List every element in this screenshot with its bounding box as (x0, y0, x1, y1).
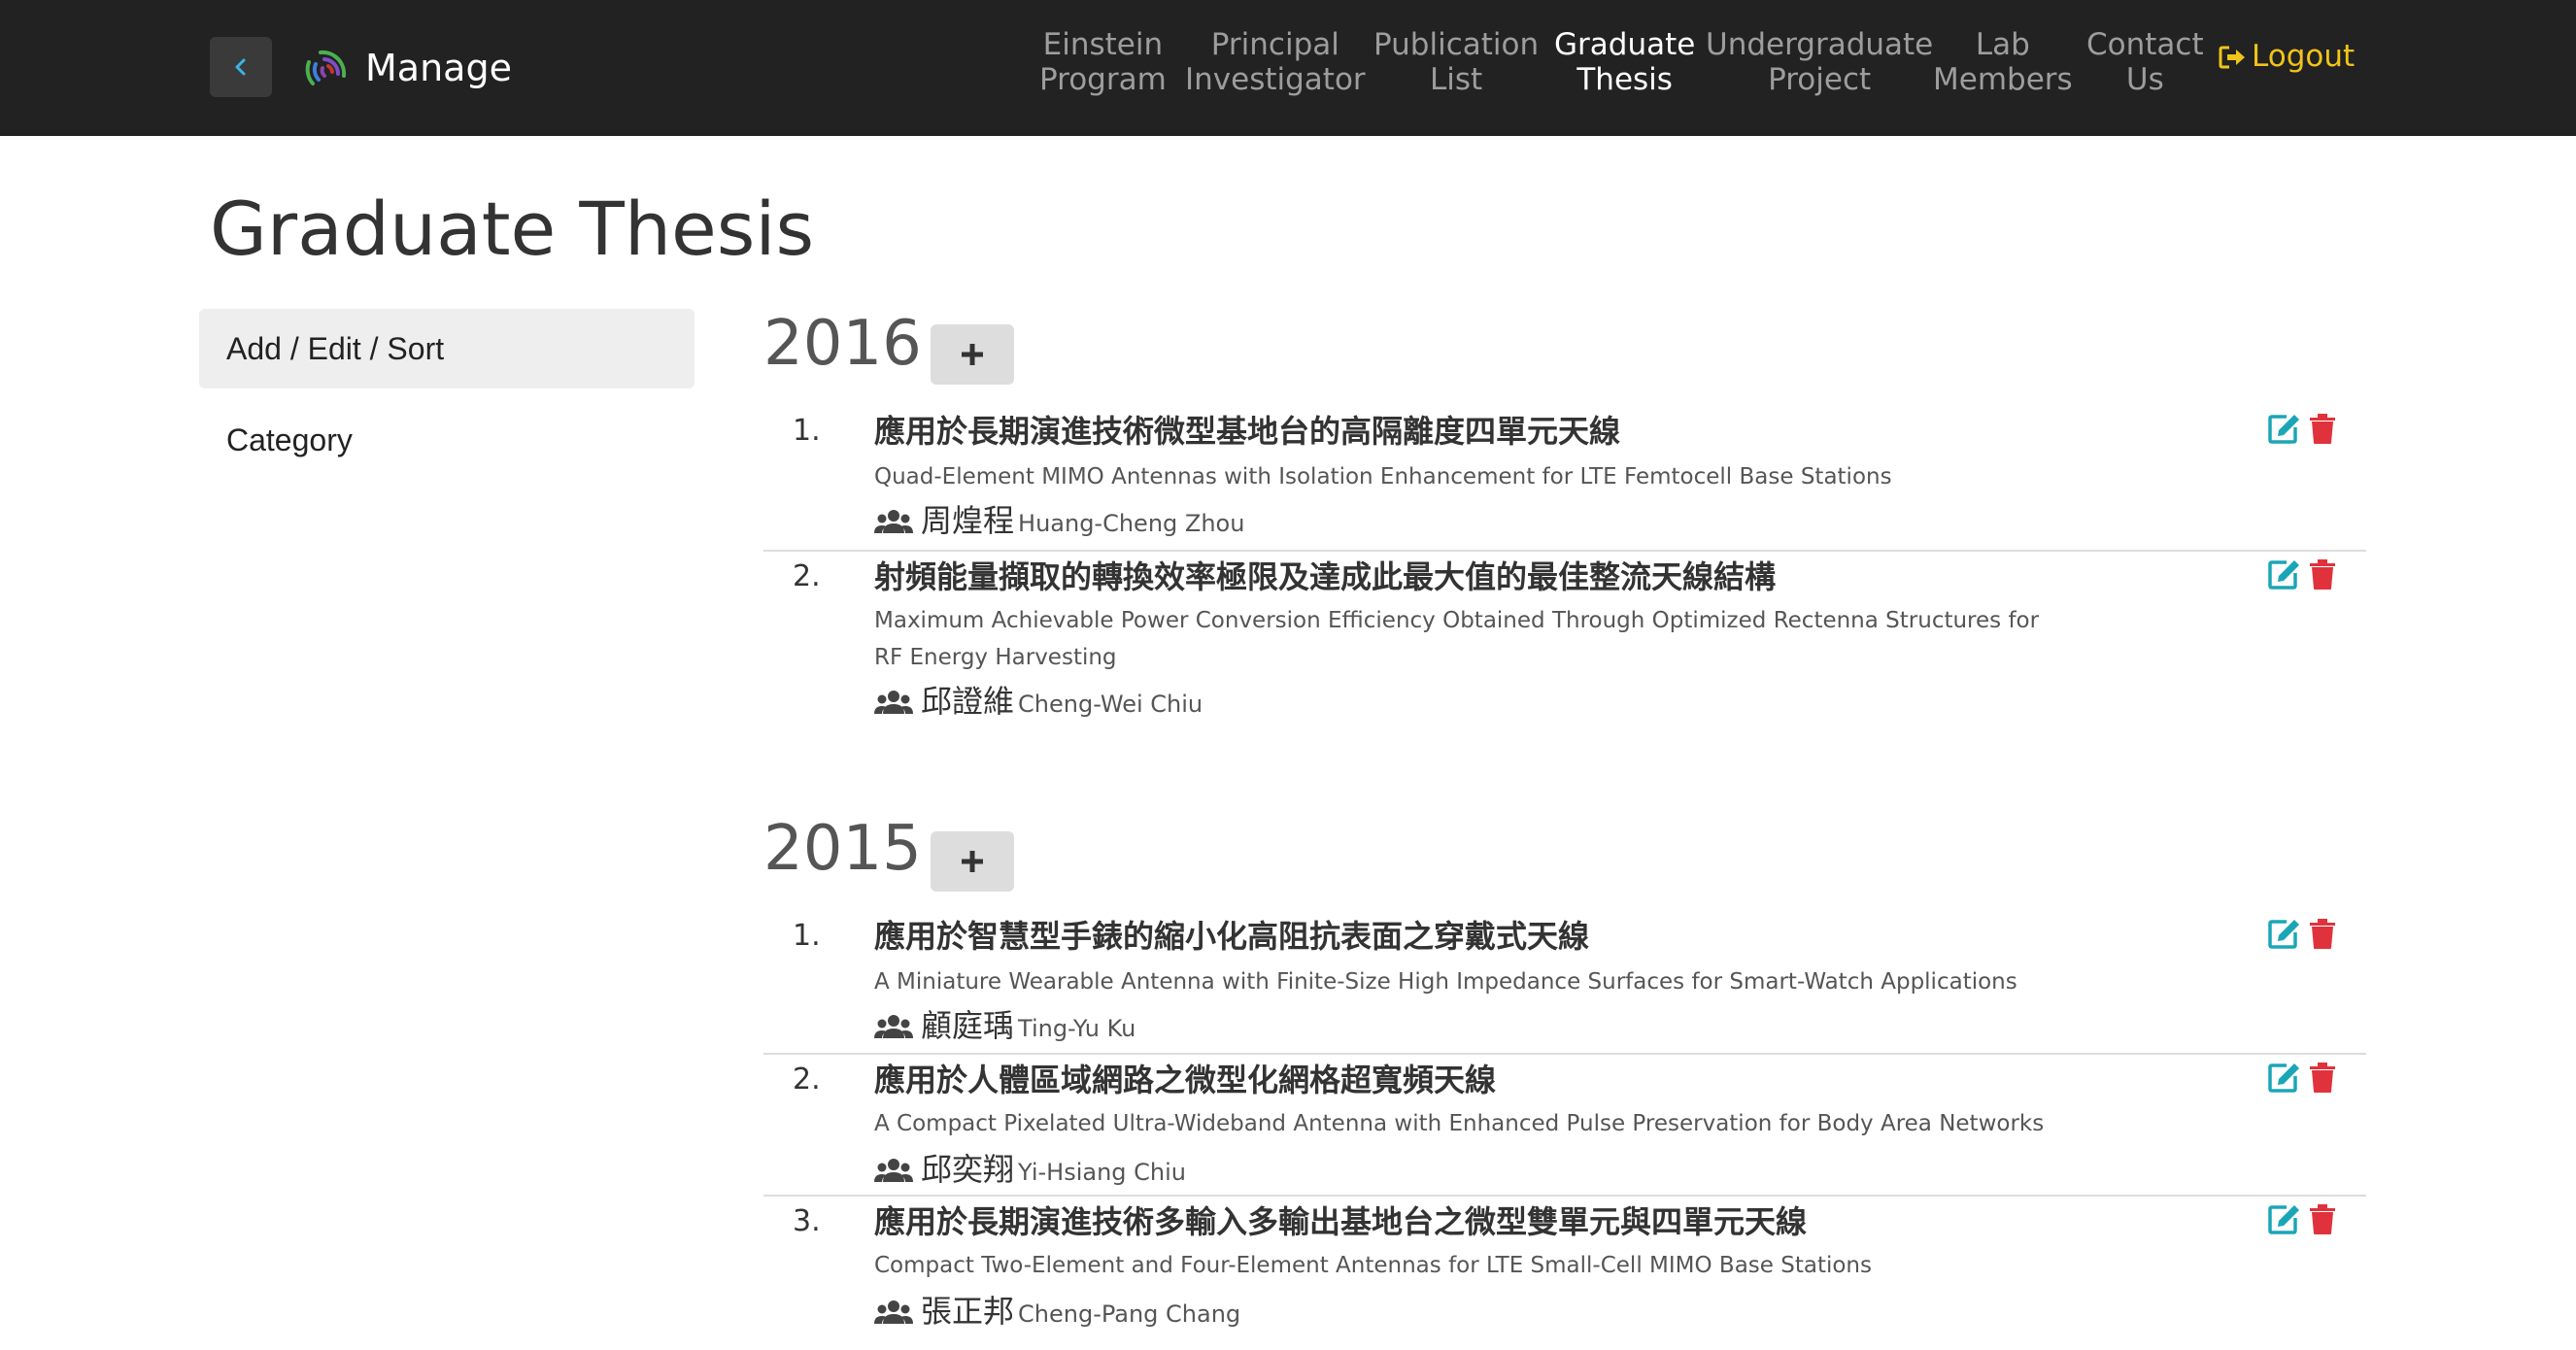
lab-logo-icon (305, 50, 347, 85)
edit-icon[interactable] (2267, 557, 2302, 591)
nav-label-line2: Investigator (1185, 62, 1366, 97)
page-title: Graduate Thesis (210, 186, 815, 272)
thesis-entry: 1. 應用於長期演進技術微型基地台的高隔離度四單元天線 Quad-Element… (763, 410, 2366, 548)
chevron-left-icon (235, 58, 246, 76)
edit-icon[interactable] (2267, 1061, 2302, 1094)
brand-title[interactable]: Manage (365, 41, 512, 95)
author-name-zh: 張正邦 (921, 1293, 1015, 1330)
year-heading: 2016 (763, 308, 922, 380)
year-heading: 2015 (763, 813, 922, 885)
users-icon (874, 510, 913, 533)
thesis-title-zh: 應用於智慧型手錶的縮小化高阻抗表面之穿戴式天線 (874, 918, 1590, 955)
trash-icon[interactable] (2308, 557, 2337, 591)
thesis-title-en: A Compact Pixelated Ultra-Wideband Anten… (874, 1111, 2045, 1136)
sign-out-icon (2219, 46, 2245, 69)
nav-label-line2: Us (2125, 62, 2164, 97)
nav-contact-us[interactable]: Contact Us (2086, 27, 2204, 97)
author-name-zh: 邱奕翔 (921, 1151, 1015, 1188)
thesis-author: 顧庭瑀 Ting-Yu Ku (874, 1004, 1135, 1050)
nav-lab-members[interactable]: Lab Members (1933, 27, 2073, 97)
nav-graduate-thesis[interactable]: Graduate Thesis (1554, 27, 1695, 97)
plus-icon (962, 344, 983, 365)
author-name-en: Cheng-Wei Chiu (1018, 691, 1203, 718)
nav-label-line2: Program (1039, 62, 1167, 97)
edit-icon[interactable] (2267, 917, 2302, 950)
users-icon (874, 1159, 913, 1182)
nav-label-line2: Thesis (1576, 62, 1673, 97)
entry-number: 2. (793, 1063, 821, 1097)
thesis-entry: 3. 應用於長期演進技術多輸入多輸出基地台之微型雙單元與四單元天線 Compac… (763, 1195, 2366, 1336)
author-name-en: Ting-Yu Ku (1018, 1015, 1136, 1042)
thesis-title-en: A Miniature Wearable Antenna with Finite… (874, 969, 2017, 995)
add-thesis-button[interactable] (931, 831, 1014, 892)
author-name-zh: 邱證維 (921, 683, 1015, 720)
trash-icon[interactable] (2308, 917, 2337, 950)
edit-icon[interactable] (2267, 1202, 2302, 1235)
trash-icon[interactable] (2308, 1061, 2337, 1094)
nav-label-line2: Project (1768, 62, 1872, 97)
thesis-entry: 2. 應用於人體區域網路之微型化網格超寬頻天線 A Compact Pixela… (763, 1053, 2366, 1195)
author-name-en: Yi-Hsiang Chiu (1018, 1159, 1186, 1186)
edit-icon[interactable] (2267, 412, 2302, 445)
nav-undergraduate-project[interactable]: Undergraduate Project (1706, 27, 1933, 97)
users-icon (874, 691, 913, 714)
thesis-title-en: Maximum Achievable Power Conversion Effi… (874, 608, 2040, 670)
trash-icon[interactable] (2308, 1202, 2337, 1235)
nav-publication-list[interactable]: Publication List (1373, 27, 1539, 97)
author-name-en: Cheng-Pang Chang (1018, 1300, 1241, 1328)
entry-number: 3. (793, 1204, 821, 1238)
nav-label-line1: Undergraduate (1706, 27, 1934, 62)
author-name-zh: 周煌程 (921, 502, 1015, 539)
thesis-title-zh: 應用於人體區域網路之微型化網格超寬頻天線 (874, 1062, 1497, 1098)
thesis-author: 邱奕翔 Yi-Hsiang Chiu (874, 1148, 1186, 1194)
sidebar-item-category[interactable]: Category (199, 400, 695, 480)
nav-principal-investigator[interactable]: Principal Investigator (1185, 27, 1366, 97)
plus-icon (962, 851, 983, 872)
back-button[interactable] (210, 37, 272, 97)
users-icon (874, 1015, 913, 1038)
nav-label-line1: Lab (1975, 27, 2030, 62)
nav-label-line1: Principal (1210, 27, 1339, 62)
nav-einstein-program[interactable]: Einstein Program (1039, 27, 1167, 97)
logout-label: Logout (2252, 39, 2356, 74)
entry-number: 1. (793, 414, 821, 448)
author-name-en: Huang-Cheng Zhou (1018, 510, 1245, 537)
thesis-title-en: Compact Two-Element and Four-Element Ant… (874, 1253, 1872, 1278)
thesis-entry: 2. 射頻能量擷取的轉換效率極限及達成此最大值的最佳整流天線結構 Maximum… (763, 550, 2366, 736)
thesis-title-en: Quad-Element MIMO Antennas with Isolatio… (874, 464, 1892, 489)
thesis-entry: 1. 應用於智慧型手錶的縮小化高阻抗表面之穿戴式天線 A Miniature W… (763, 915, 2366, 1053)
thesis-author: 張正邦 Cheng-Pang Chang (874, 1290, 1240, 1335)
nav-label-line2: Members (1933, 62, 2073, 97)
nav-label-line1: Einstein (1042, 27, 1164, 62)
thesis-title-zh: 應用於長期演進技術多輸入多輸出基地台之微型雙單元與四單元天線 (874, 1203, 1808, 1240)
users-icon (874, 1300, 913, 1324)
thesis-title-zh: 射頻能量擷取的轉換效率極限及達成此最大值的最佳整流天線結構 (874, 558, 1777, 595)
entry-number: 1. (793, 919, 821, 953)
nav-label-line1: Contact (2086, 27, 2204, 62)
nav-label-line2: List (1429, 62, 1483, 97)
thesis-title-zh: 應用於長期演進技術微型基地台的高隔離度四單元天線 (874, 413, 1621, 450)
nav-label-line1: Graduate (1554, 27, 1696, 62)
logout-link[interactable]: Logout (2219, 35, 2355, 78)
trash-icon[interactable] (2308, 412, 2337, 445)
thesis-author: 邱證維 Cheng-Wei Chiu (874, 680, 1203, 726)
thesis-author: 周煌程 Huang-Cheng Zhou (874, 499, 1244, 545)
top-navbar: Manage Einstein Program Principal Invest… (0, 0, 2576, 136)
sidebar-item-add-edit-sort[interactable]: Add / Edit / Sort (199, 309, 695, 388)
author-name-zh: 顧庭瑀 (921, 1007, 1015, 1044)
nav-label-line1: Publication (1373, 27, 1540, 62)
add-thesis-button[interactable] (931, 324, 1014, 385)
entry-number: 2. (793, 559, 821, 593)
